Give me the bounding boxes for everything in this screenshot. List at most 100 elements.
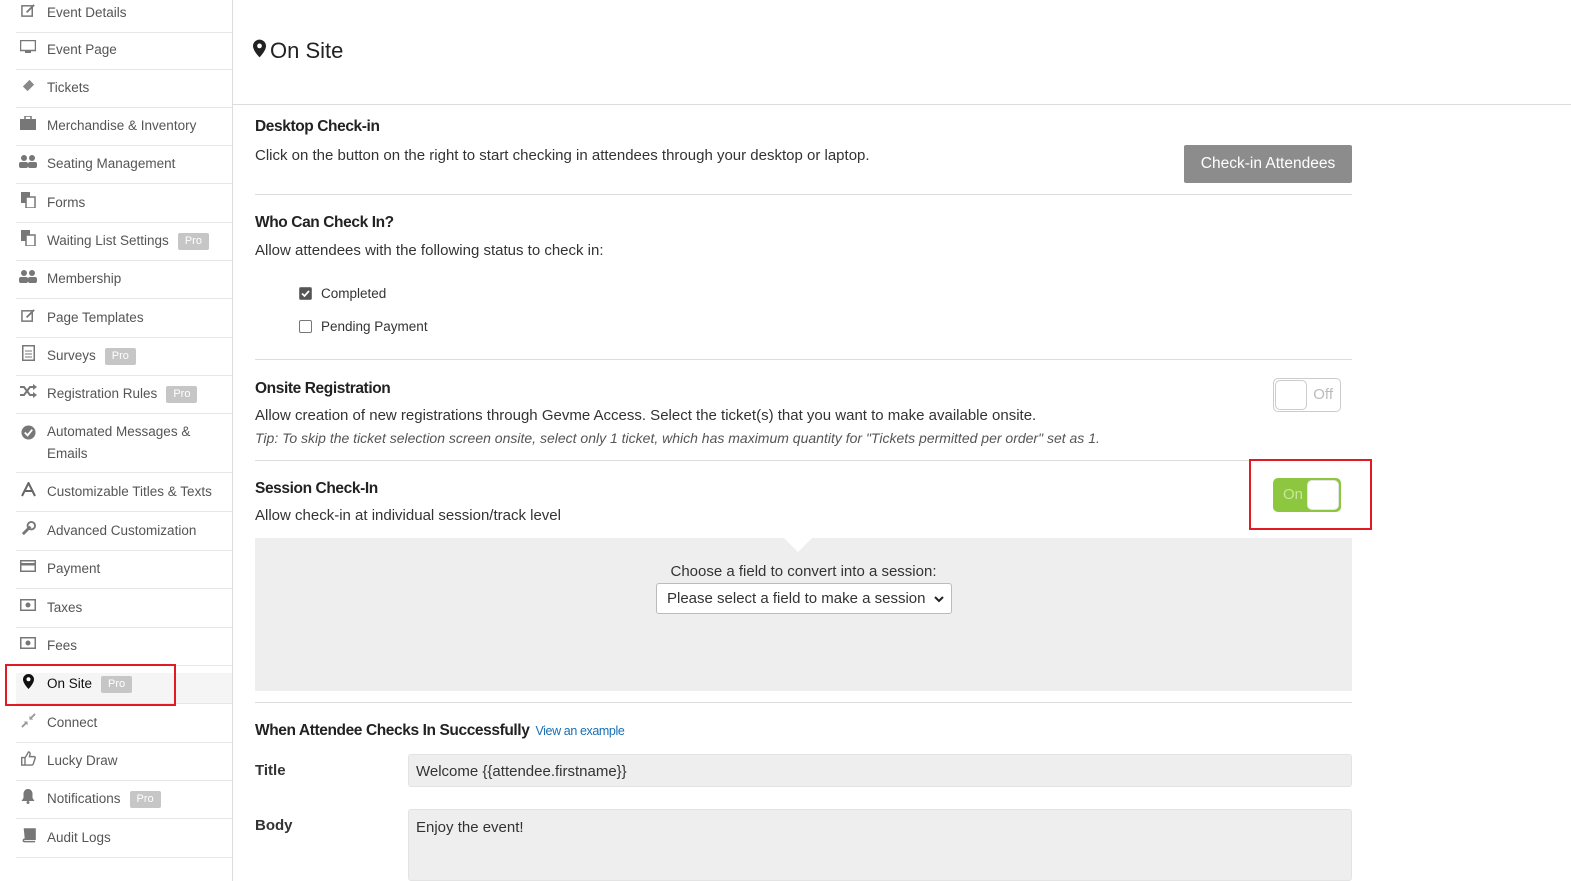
sidebar-item-automated-messages[interactable]: Automated Messages & Emails <box>16 421 232 473</box>
who-can-checkin-title: Who Can Check In? <box>255 214 394 231</box>
sidebar-item-tickets[interactable]: Tickets <box>16 77 232 108</box>
sidebar-item-waiting-list[interactable]: Waiting List Settings Pro <box>16 230 232 261</box>
sidebar-item-label: Tickets <box>47 80 90 95</box>
choose-field-label: Choose a field to convert into a session… <box>670 563 937 580</box>
shuffle-icon <box>19 383 37 399</box>
thumbs-up-icon <box>19 750 37 766</box>
bell-icon <box>19 788 37 804</box>
users-icon <box>19 153 37 169</box>
edit-icon <box>19 307 37 323</box>
section-divider <box>255 359 1352 360</box>
desktop-checkin-title: Desktop Check-in <box>255 118 380 135</box>
completed-checkbox[interactable] <box>299 287 312 300</box>
sidebar-item-notifications[interactable]: Notifications Pro <box>16 788 232 819</box>
edit-icon <box>19 2 37 18</box>
money-icon <box>19 635 37 651</box>
compress-icon <box>19 712 37 728</box>
body-textarea[interactable]: Enjoy the event! <box>408 809 1352 881</box>
onsite-registration-toggle[interactable]: Off <box>1273 378 1341 412</box>
sidebar-item-event-details[interactable]: Event Details <box>16 2 232 33</box>
sidebar-item-registration-rules[interactable]: Registration Rules Pro <box>16 383 232 414</box>
sidebar-item-advanced-customization[interactable]: Advanced Customization <box>16 520 232 551</box>
sidebar-item-label: Event Page <box>47 42 117 57</box>
session-checkin-title: Session Check-In <box>255 480 378 497</box>
sidebar-item-membership[interactable]: Membership <box>16 268 232 299</box>
title-field-label: Title <box>255 762 286 779</box>
ticket-icon <box>19 77 37 93</box>
checkin-attendees-button[interactable]: Check-in Attendees <box>1184 145 1352 183</box>
highlight-box-session-toggle <box>1249 459 1372 530</box>
sidebar-item-connect[interactable]: Connect <box>16 712 232 743</box>
sidebar-item-seating[interactable]: Seating Management <box>16 153 232 184</box>
page-title: On Site <box>253 38 343 64</box>
monitor-icon <box>19 39 37 55</box>
sidebar-item-merchandise[interactable]: Merchandise & Inventory <box>16 115 232 146</box>
check-circle-icon <box>19 424 37 440</box>
sidebar-item-label: Membership <box>47 271 122 286</box>
wrench-icon <box>19 520 37 536</box>
sidebar: Event Details Event Page Tickets Merchan… <box>0 0 233 881</box>
page-title-text: On Site <box>270 38 344 63</box>
briefcase-icon <box>19 115 37 131</box>
sidebar-item-label: Forms <box>47 195 86 210</box>
desktop-checkin-text: Click on the button on the right to star… <box>255 147 870 164</box>
pro-badge: Pro <box>129 791 161 808</box>
pending-payment-checkbox[interactable] <box>299 320 312 333</box>
sidebar-item-label: Advanced Customization <box>47 523 197 538</box>
sidebar-item-customizable-titles[interactable]: Customizable Titles & Texts <box>16 481 232 512</box>
credit-card-icon <box>19 558 37 574</box>
sidebar-item-payment[interactable]: Payment <box>16 558 232 589</box>
sidebar-item-label: Waiting List Settings Pro <box>47 230 209 252</box>
sidebar-item-label: Seating Management <box>47 156 176 171</box>
book-icon <box>19 827 37 843</box>
sidebar-item-label: Notifications Pro <box>47 788 161 810</box>
sidebar-item-label: Lucky Draw <box>47 753 118 768</box>
main-content: On Site Desktop Check-in Click on the bu… <box>233 0 1571 881</box>
chevron-down-icon <box>933 592 945 609</box>
toggle-knob <box>1275 380 1307 410</box>
completed-label: Completed <box>321 286 387 301</box>
sidebar-item-lucky-draw[interactable]: Lucky Draw <box>16 750 232 781</box>
sidebar-item-label: Registration Rules Pro <box>47 383 198 405</box>
sidebar-item-label: Connect <box>47 715 98 730</box>
panel-pointer <box>784 538 812 552</box>
title-input[interactable]: Welcome {{attendee.firstname}} <box>408 754 1352 787</box>
body-field-label: Body <box>255 817 293 834</box>
sidebar-item-forms[interactable]: Forms <box>16 192 232 223</box>
pro-badge: Pro <box>177 233 209 250</box>
view-example-link[interactable]: View an example <box>535 724 624 738</box>
copy-icon <box>19 192 37 208</box>
highlight-box-on-site <box>5 664 176 706</box>
toggle-label: Off <box>1313 386 1333 403</box>
sidebar-item-label: Payment <box>47 561 101 576</box>
document-icon <box>19 345 37 361</box>
onsite-registration-title: Onsite Registration <box>255 380 391 397</box>
sidebar-item-event-page[interactable]: Event Page <box>16 39 232 70</box>
pro-badge: Pro <box>104 348 136 365</box>
status-option-completed[interactable]: Completed <box>299 286 386 301</box>
section-divider <box>255 460 1352 461</box>
session-checkin-text: Allow check-in at individual session/tra… <box>255 507 561 524</box>
onsite-registration-text: Allow creation of new registrations thro… <box>255 407 1037 424</box>
status-option-pending[interactable]: Pending Payment <box>299 319 428 334</box>
select-value: Please select a field to make a session <box>667 590 926 607</box>
sidebar-item-surveys[interactable]: Surveys Pro <box>16 345 232 376</box>
sidebar-item-label: Taxes <box>47 600 83 615</box>
sidebar-item-fees[interactable]: Fees <box>16 635 232 666</box>
sidebar-item-audit-logs[interactable]: Audit Logs <box>16 827 232 858</box>
money-icon <box>19 597 37 613</box>
sidebar-item-label: Event Details <box>47 5 127 20</box>
sidebar-item-page-templates[interactable]: Page Templates <box>16 307 232 338</box>
sidebar-item-label: Page Templates <box>47 310 144 325</box>
sidebar-item-label: Audit Logs <box>47 830 111 845</box>
pro-badge: Pro <box>166 386 198 403</box>
success-title: When Attendee Checks In Successfully View… <box>255 722 625 739</box>
sidebar-item-taxes[interactable]: Taxes <box>16 597 232 628</box>
sidebar-item-label: Merchandise & Inventory <box>47 118 197 133</box>
session-settings-panel <box>255 538 1352 691</box>
sidebar-item-label: Automated Messages & Emails <box>47 424 191 461</box>
onsite-registration-tip: Tip: To skip the ticket selection screen… <box>255 430 1100 446</box>
map-pin-icon <box>253 38 266 64</box>
copy-icon <box>19 230 37 246</box>
session-field-select[interactable]: Please select a field to make a session <box>656 583 952 614</box>
